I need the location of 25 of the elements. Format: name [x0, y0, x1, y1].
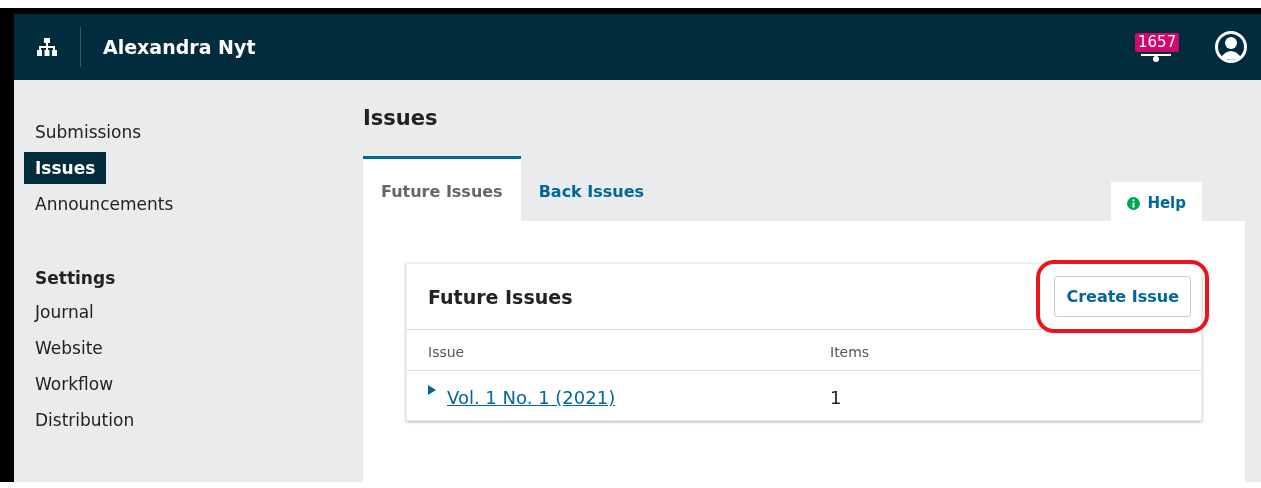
- page-title: Issues: [363, 106, 439, 130]
- create-issue-button[interactable]: Create Issue: [1054, 276, 1191, 317]
- issue-link[interactable]: Vol. 1 No. 1 (2021): [447, 387, 616, 408]
- column-header: Items: [809, 330, 1201, 371]
- user-avatar-icon[interactable]: [1215, 31, 1247, 63]
- sidebar-item[interactable]: Issues: [24, 152, 107, 184]
- journal-name[interactable]: Alexandra Nyt: [103, 36, 1135, 58]
- card-title: Future Issues: [428, 285, 574, 308]
- sidebar-item[interactable]: Website: [24, 332, 114, 364]
- sitemap-icon[interactable]: [37, 38, 57, 56]
- help-button[interactable]: Help: [1111, 182, 1202, 221]
- column-header: Issue: [407, 330, 809, 371]
- notification-tray-icon[interactable]: [1141, 54, 1171, 64]
- sidebar-item[interactable]: Submissions: [24, 116, 153, 148]
- section-heading: Settings: [34, 267, 117, 290]
- expand-arrow-icon[interactable]: [428, 385, 436, 395]
- sidebar-item[interactable]: Announcements: [24, 188, 185, 220]
- items-count: 1: [829, 386, 843, 410]
- info-icon: [1127, 196, 1141, 210]
- sidebar-item[interactable]: Journal: [24, 296, 105, 328]
- sidebar-item[interactable]: Workflow: [24, 368, 125, 400]
- tab[interactable]: Back Issues: [520, 156, 663, 221]
- sidebar-item[interactable]: Distribution: [24, 404, 146, 436]
- notification-count-badge[interactable]: 1657: [1135, 33, 1180, 52]
- tab[interactable]: Future Issues: [363, 156, 521, 221]
